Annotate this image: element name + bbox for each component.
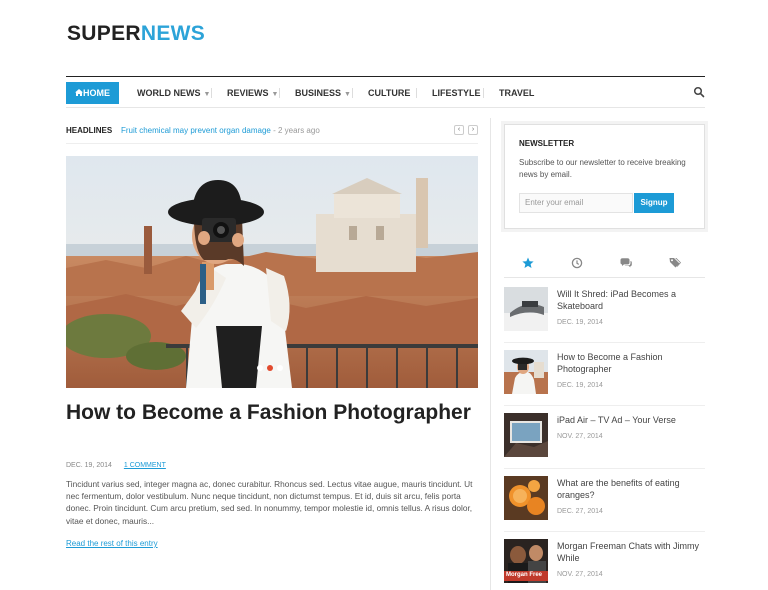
post-title[interactable]: iPad Air – TV Ad – Your Verse <box>557 414 702 426</box>
nav-travel-label: Travel <box>499 88 535 98</box>
post-thumbnail-image <box>504 476 548 520</box>
list-item[interactable]: Morgan Free Morgan Freeman Chats with Ji… <box>504 532 705 590</box>
post-title[interactable]: How to Become a Fashion Photographer <box>557 351 702 375</box>
post-thumbnail-image <box>504 287 548 331</box>
nav-item-lifestyle[interactable]: Lifestyle <box>432 82 481 104</box>
search-icon[interactable] <box>693 86 705 98</box>
headlines-prev-button[interactable]: ‹ <box>454 125 464 135</box>
post-thumbnail-image <box>504 350 548 394</box>
post-date: NOV. 27, 2014 <box>557 433 603 440</box>
article-excerpt: Tincidunt varius sed, integer magna ac, … <box>66 479 473 526</box>
slider-dot[interactable] <box>257 365 263 371</box>
nav-divider <box>352 88 353 98</box>
nav-divider <box>483 88 484 98</box>
column-divider <box>490 118 491 590</box>
list-item[interactable]: Will It Shred: iPad Becomes a Skateboard… <box>504 280 705 343</box>
email-input[interactable]: Enter your email <box>519 193 633 213</box>
nav-divider <box>416 88 417 98</box>
logo-part-news: NEWS <box>140 22 206 45</box>
article-title[interactable]: How to Become a Fashion Photographer <box>66 398 478 427</box>
post-thumbnail[interactable] <box>504 476 548 520</box>
nav-lifestyle-label: Lifestyle <box>432 88 481 98</box>
headlines-ticker: HEADLINES Fruit chemical may prevent org… <box>66 124 478 144</box>
post-thumbnail[interactable] <box>504 287 548 331</box>
signup-button[interactable]: Signup <box>634 193 674 213</box>
list-item[interactable]: How to Become a Fashion Photographer DEC… <box>504 343 705 406</box>
home-icon <box>75 89 83 96</box>
nav-culture-label: Culture <box>368 88 411 98</box>
post-title[interactable]: Will It Shred: iPad Becomes a Skateboard <box>557 288 702 312</box>
sidebar-tabs <box>504 250 705 278</box>
logo-part-super: SUPER <box>67 22 141 45</box>
chevron-down-icon: ▼ <box>271 91 279 98</box>
post-title[interactable]: Morgan Freeman Chats with Jimmy While <box>557 540 702 564</box>
site-logo[interactable]: SUPERNEWS <box>67 22 205 46</box>
post-thumbnail-image <box>504 413 548 457</box>
newsletter-heading: NEWSLETTER <box>519 139 575 148</box>
newsletter-widget: NEWSLETTER Subscribe to our newsletter t… <box>504 124 705 229</box>
chevron-down-icon: ▼ <box>344 91 351 98</box>
post-date: DEC. 27, 2014 <box>557 508 603 515</box>
article-date: DEC. 19, 2014 <box>66 462 112 469</box>
thumbnail-caption: Morgan Free <box>506 572 543 578</box>
nav-home-label: Home <box>83 88 110 98</box>
tags-icon[interactable] <box>668 256 682 270</box>
post-date: NOV. 27, 2014 <box>557 571 603 578</box>
post-date: DEC. 19, 2014 <box>557 382 603 389</box>
post-date: DEC. 19, 2014 <box>557 319 603 326</box>
clock-icon[interactable] <box>570 256 584 270</box>
headline-time: - 2 years ago <box>270 126 320 135</box>
post-title[interactable]: What are the benefits of eating oranges? <box>557 477 702 501</box>
comments-icon[interactable] <box>619 256 633 270</box>
star-icon[interactable] <box>521 256 535 270</box>
nav-item-business[interactable]: Business ▼ <box>295 82 351 104</box>
nav-item-travel[interactable]: Travel <box>499 82 534 104</box>
article-meta: DEC. 19, 2014 1 COMMENT <box>66 462 166 469</box>
chevron-down-icon: ▼ <box>203 91 211 98</box>
nav-item-culture[interactable]: Culture <box>368 82 410 104</box>
nav-item-world-news[interactable]: World News ▼ <box>137 82 210 104</box>
nav-item-reviews[interactable]: Reviews ▼ <box>227 82 278 104</box>
headline-title: Fruit chemical may prevent organ damage <box>121 126 271 135</box>
slider-dot[interactable] <box>277 365 283 371</box>
headlines-label: HEADLINES <box>66 126 113 135</box>
headline-link[interactable]: Fruit chemical may prevent organ damage … <box>121 126 320 135</box>
featured-slider[interactable] <box>66 156 478 388</box>
headlines-next-button[interactable]: › <box>468 125 478 135</box>
post-thumbnail[interactable]: Morgan Free <box>504 539 548 583</box>
slider-dot-active[interactable] <box>267 365 273 371</box>
post-thumbnail[interactable] <box>504 413 548 457</box>
nav-divider <box>211 88 212 98</box>
list-item[interactable]: What are the benefits of eating oranges?… <box>504 469 705 532</box>
read-more-link[interactable]: Read the rest of this entry <box>66 539 158 548</box>
nav-business-label: Business <box>295 88 342 98</box>
list-item[interactable]: iPad Air – TV Ad – Your Verse NOV. 27, 2… <box>504 406 705 469</box>
newsletter-description: Subscribe to our newsletter to receive b… <box>519 158 686 179</box>
nav-reviews-label: Reviews <box>227 88 269 98</box>
post-thumbnail[interactable] <box>504 350 548 394</box>
comments-link[interactable]: 1 COMMENT <box>124 462 166 469</box>
nav-divider <box>279 88 280 98</box>
featured-image <box>66 156 478 388</box>
slider-dots <box>257 358 287 376</box>
popular-posts-list: Will It Shred: iPad Becomes a Skateboard… <box>504 280 705 590</box>
nav-world-news-label: World News <box>137 88 201 98</box>
nav-item-home[interactable]: Home <box>66 82 119 104</box>
main-nav: Home World News ▼ Reviews ▼ Business ▼ Cult… <box>66 76 705 108</box>
